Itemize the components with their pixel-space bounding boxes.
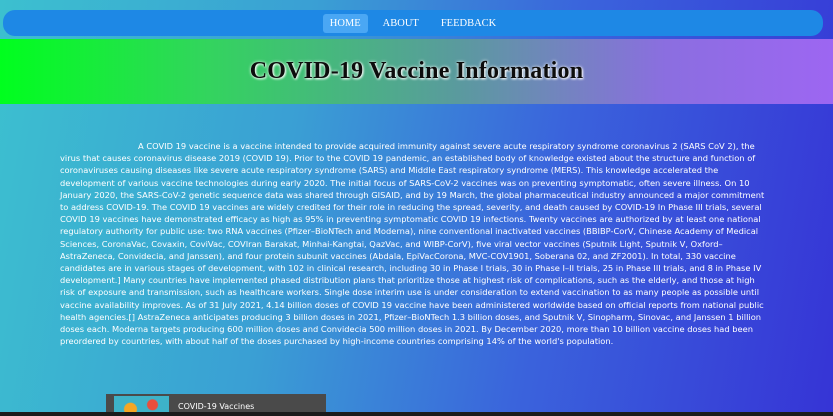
article-paragraph: A COVID 19 vaccine is a vaccine intended… xyxy=(60,141,765,347)
article-body: A COVID 19 vaccine is a vaccine intended… xyxy=(60,140,772,347)
nav-feedback-link[interactable]: FEEDBACK xyxy=(434,14,503,33)
video-card-title: COVID-19 Vaccines xyxy=(178,402,255,411)
nav-home-link[interactable]: HOME xyxy=(322,13,368,33)
page-title: COVID-19 Vaccine Information xyxy=(249,58,584,84)
title-banner: COVID-19 Vaccine Information xyxy=(0,39,833,104)
nav-about-link[interactable]: ABOUT xyxy=(376,14,426,33)
top-navbar: HOME ABOUT FEEDBACK xyxy=(3,10,823,36)
bottom-strip xyxy=(0,412,833,416)
